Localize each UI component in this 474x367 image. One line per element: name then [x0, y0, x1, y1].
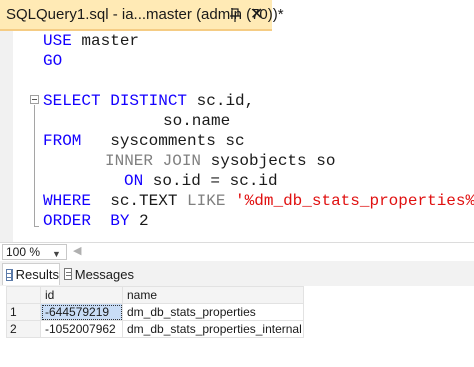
message-icon — [64, 268, 72, 280]
database-name: master — [71, 32, 140, 50]
fold-guide — [34, 105, 35, 227]
code-line-2: GO — [43, 51, 62, 71]
keyword-by: BY — [91, 212, 130, 230]
column-header-name[interactable]: name — [122, 286, 304, 304]
document-tab-strip: SQLQuery1.sql - ia...master (admin (70))… — [0, 0, 474, 31]
string-literal: '%dm_db_stats_properties%' — [225, 192, 474, 210]
code-line-5: so.name — [163, 111, 230, 131]
grid-cell-name[interactable]: dm_db_stats_properties — [122, 303, 304, 321]
code-line-6: FROM syscomments sc — [43, 131, 245, 151]
results-grid: id name 1 -644579219 dm_db_stats_propert… — [6, 286, 304, 338]
grid-header-row: id name — [6, 286, 304, 304]
operator-like: LIKE — [177, 192, 226, 210]
join-condition: so.id = sc.id — [143, 172, 278, 190]
zoom-dropdown[interactable]: 100 % ▼ — [2, 244, 67, 260]
tab-results-label: Results — [15, 267, 59, 282]
keyword-on: ON — [124, 172, 144, 190]
collapse-icon[interactable] — [30, 95, 39, 104]
keyword-from: FROM — [43, 132, 82, 150]
horizontal-scrollbar[interactable] — [86, 243, 474, 261]
grid-icon — [6, 268, 13, 281]
select-column-1: sc.id, — [187, 92, 255, 110]
row-number[interactable]: 2 — [6, 320, 41, 338]
query-editor[interactable]: USE master GO SELECT DISTINCT sc.id, so.… — [0, 31, 474, 242]
keyword-select-distinct: SELECT DISTINCT — [43, 92, 188, 110]
zoom-level: 100 % — [6, 245, 41, 259]
results-tab-strip: Results Messages — [0, 261, 474, 286]
close-icon[interactable]: ✕ — [250, 6, 263, 24]
row-number[interactable]: 1 — [6, 303, 41, 321]
scroll-left-icon[interactable]: ◀ — [73, 244, 81, 257]
keyword-order: ORDER — [43, 212, 92, 230]
keyword-inner-join: INNER JOIN — [105, 152, 202, 170]
results-pane: id name 1 -644579219 dm_db_stats_propert… — [0, 286, 474, 367]
select-column-2: so.name — [163, 112, 231, 130]
code-line-1: USE master — [43, 31, 139, 51]
query-document-tab[interactable]: SQLQuery1.sql - ia...master (admin (70))… — [0, 0, 284, 31]
table-row: 2 -1052007962 dm_db_stats_properties_int… — [6, 320, 304, 338]
code-line-7: INNER JOIN sysobjects so — [105, 151, 335, 171]
tab-messages[interactable]: Messages — [62, 263, 134, 285]
tab-messages-label: Messages — [74, 266, 134, 282]
code-line-8: ON so.id = sc.id — [124, 171, 278, 191]
keyword-go: GO — [43, 52, 63, 70]
column-header-id[interactable]: id — [40, 286, 123, 304]
table-row: 1 -644579219 dm_db_stats_properties — [6, 303, 304, 321]
grid-cell-name[interactable]: dm_db_stats_properties_internal — [122, 320, 304, 338]
keyword-use: USE — [43, 32, 72, 50]
fold-guide-end — [34, 226, 39, 227]
pin-icon[interactable] — [228, 7, 242, 23]
tab-results[interactable]: Results — [2, 263, 60, 285]
where-column: sc.TEXT — [91, 192, 178, 210]
grid-cell-id[interactable]: -644579219 — [40, 303, 123, 321]
order-value: 2 — [129, 212, 149, 230]
from-table: syscomments sc — [81, 132, 245, 150]
chevron-down-icon: ▼ — [52, 249, 61, 259]
grid-corner[interactable] — [6, 286, 41, 304]
editor-gutter — [0, 31, 13, 242]
keyword-where: WHERE — [43, 192, 92, 210]
code-line-10: ORDER BY 2 — [43, 211, 149, 231]
code-line-9: WHERE sc.TEXT LIKE '%dm_db_stats_propert… — [43, 191, 474, 211]
code-line-4: SELECT DISTINCT sc.id, — [43, 91, 254, 111]
editor-status-bar: 100 % ▼ ◀ — [0, 242, 474, 261]
grid-cell-id[interactable]: -1052007962 — [40, 320, 123, 338]
join-table: sysobjects so — [201, 152, 336, 170]
